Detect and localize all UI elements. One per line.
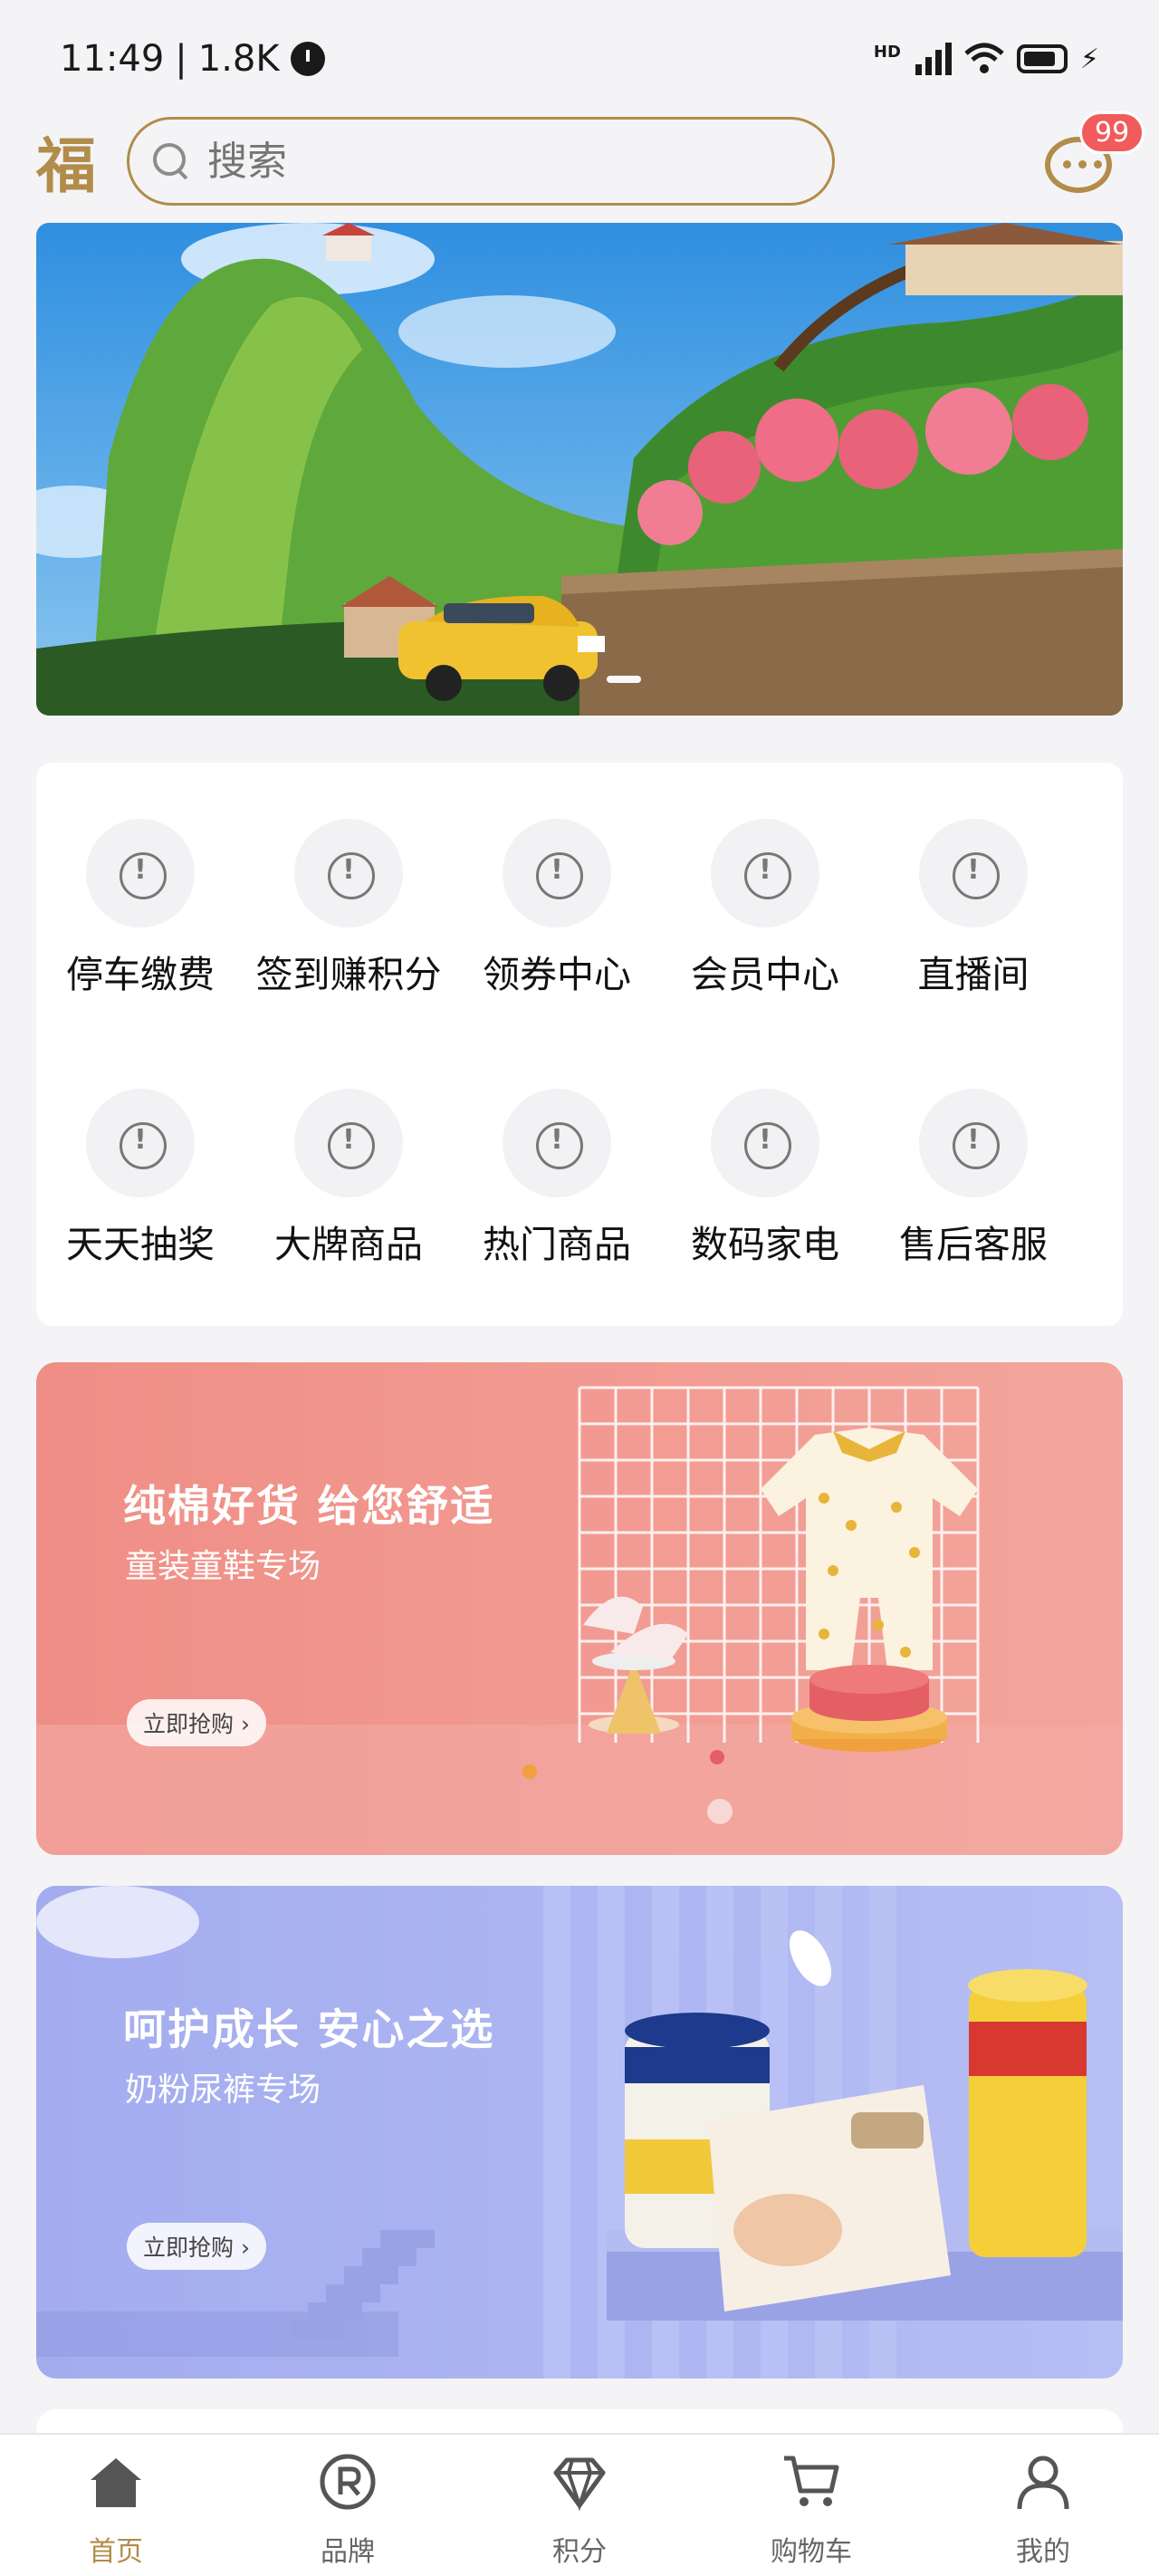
menu-label: 天天抽奖 bbox=[66, 1223, 215, 1266]
cart-icon bbox=[784, 2456, 839, 2506]
menu-label: 会员中心 bbox=[691, 953, 839, 996]
menu-label: 领券中心 bbox=[483, 953, 631, 996]
promo-image-formula bbox=[36, 1886, 1123, 2379]
app-logo: 福 bbox=[36, 130, 96, 201]
bottom-tab-bar: 首页 品牌 积分 购物车 我的 bbox=[0, 2433, 1159, 2576]
buy-now-button[interactable]: 立即抢购 › bbox=[127, 1699, 266, 1746]
status-left: 11:49 | 1.8K bbox=[60, 38, 325, 80]
banner-dot bbox=[607, 676, 641, 683]
tab-mine[interactable]: 我的 bbox=[927, 2435, 1159, 2576]
menu-item-daily-lottery[interactable]: ! 天天抽奖 bbox=[36, 1033, 244, 1268]
banner-carousel[interactable] bbox=[36, 223, 1123, 716]
header: 福 99 bbox=[0, 111, 1159, 207]
menu-label: 大牌商品 bbox=[274, 1223, 423, 1266]
alert-circle-icon: ! bbox=[86, 819, 195, 928]
menu-item-customer-service[interactable]: ! 售后客服 bbox=[869, 1033, 1078, 1268]
messages-button[interactable]: 99 bbox=[1041, 111, 1145, 202]
search-input[interactable] bbox=[207, 138, 751, 185]
tab-label: 首页 bbox=[89, 2536, 143, 2568]
tab-points[interactable]: 积分 bbox=[464, 2435, 695, 2576]
tab-brand[interactable]: 品牌 bbox=[232, 2435, 464, 2576]
menu-label: 停车缴费 bbox=[66, 953, 215, 996]
status-time: 11:49 bbox=[60, 38, 165, 80]
quick-menu: ! 停车缴费 ! 签到赚积分 ! 领券中心 ! 会员中心 ! 直播间 ! 天天抽… bbox=[36, 763, 1123, 1326]
wifi-icon bbox=[964, 43, 1004, 73]
status-right: HD ⚡ bbox=[874, 43, 1099, 75]
banner-pagination bbox=[607, 676, 641, 683]
diamond-icon bbox=[553, 2457, 606, 2511]
menu-label: 售后客服 bbox=[899, 1223, 1048, 1266]
menu-label: 签到赚积分 bbox=[255, 953, 442, 996]
alert-circle-icon: ! bbox=[711, 1089, 819, 1197]
status-bar: 11:49 | 1.8K HD ⚡ bbox=[0, 0, 1159, 118]
alert-circle-icon: ! bbox=[86, 1089, 195, 1197]
status-separator: | bbox=[175, 38, 187, 80]
tab-label: 积分 bbox=[552, 2536, 607, 2568]
promo-banner-formula-diapers[interactable]: 呵护成长 安心之选 奶粉尿裤专场 立即抢购 › bbox=[36, 1886, 1123, 2379]
alert-circle-icon: ! bbox=[294, 1089, 403, 1197]
promo-subtitle: 奶粉尿裤专场 bbox=[125, 2071, 321, 2109]
tab-home[interactable]: 首页 bbox=[0, 2435, 232, 2576]
user-icon bbox=[1017, 2456, 1069, 2510]
promo-subtitle: 童装童鞋专场 bbox=[125, 1548, 321, 1585]
menu-item-coupon-center[interactable]: ! 领券中心 bbox=[453, 763, 661, 998]
menu-label: 直播间 bbox=[917, 953, 1030, 996]
hd-label: HD bbox=[873, 43, 901, 62]
menu-item-checkin-points[interactable]: ! 签到赚积分 bbox=[244, 763, 453, 998]
signal-icon bbox=[915, 43, 952, 75]
menu-item-live-room[interactable]: ! 直播间 bbox=[869, 763, 1078, 998]
home-icon bbox=[91, 2458, 141, 2507]
tab-label: 我的 bbox=[1016, 2536, 1070, 2568]
tab-label: 购物车 bbox=[771, 2536, 852, 2568]
banner-image bbox=[36, 223, 1123, 716]
alert-circle-icon: ! bbox=[711, 819, 819, 928]
network-speed: 1.8K bbox=[197, 38, 280, 80]
menu-item-hot-products[interactable]: ! 热门商品 bbox=[453, 1033, 661, 1268]
promo-banner-kids-clothing[interactable]: 纯棉好货 给您舒适 童装童鞋专场 立即抢购 › bbox=[36, 1362, 1123, 1855]
alert-circle-icon: ! bbox=[294, 819, 403, 928]
menu-label: 热门商品 bbox=[483, 1223, 631, 1266]
tab-label: 品牌 bbox=[321, 2536, 375, 2568]
menu-label: 数码家电 bbox=[691, 1223, 839, 1266]
search-box[interactable] bbox=[127, 117, 835, 206]
alert-circle-icon: ! bbox=[919, 1089, 1028, 1197]
charging-icon: ⚡ bbox=[1079, 43, 1099, 75]
menu-item-parking-fee[interactable]: ! 停车缴费 bbox=[36, 763, 244, 998]
alert-circle-icon: ! bbox=[503, 819, 611, 928]
menu-item-big-brands[interactable]: ! 大牌商品 bbox=[244, 1033, 453, 1268]
search-icon bbox=[149, 139, 193, 183]
tab-cart[interactable]: 购物车 bbox=[695, 2435, 927, 2576]
message-badge: 99 bbox=[1079, 111, 1145, 154]
menu-item-member-center[interactable]: ! 会员中心 bbox=[661, 763, 869, 998]
menu-item-digital-appliances[interactable]: ! 数码家电 bbox=[661, 1033, 869, 1268]
buy-now-button[interactable]: 立即抢购 › bbox=[127, 2223, 266, 2270]
alert-circle-icon: ! bbox=[919, 819, 1028, 928]
battery-icon bbox=[1016, 44, 1068, 73]
alert-circle-icon: ! bbox=[503, 1089, 611, 1197]
alarm-icon bbox=[290, 42, 325, 76]
promo-image-clothing bbox=[36, 1386, 1123, 1855]
promo-title: 呵护成长 安心之选 bbox=[123, 2005, 495, 2055]
promo-title: 纯棉好货 给您舒适 bbox=[123, 1482, 495, 1532]
brand-icon bbox=[320, 2454, 376, 2510]
